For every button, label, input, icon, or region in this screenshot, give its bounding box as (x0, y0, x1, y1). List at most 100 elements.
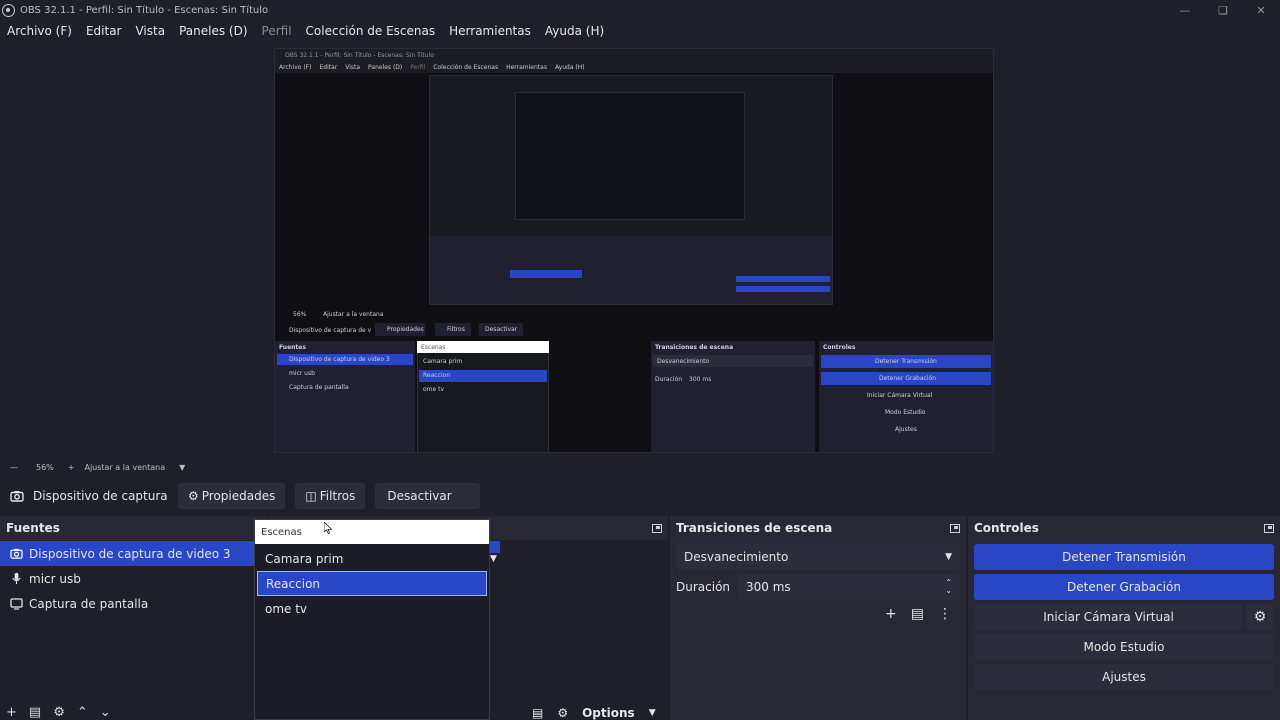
source-toolbar: Dispositivo de captura de v ⚙ Propiedade… (0, 481, 1280, 511)
stop-record-button[interactable]: Detener Grabación (974, 574, 1274, 600)
nested-source-item: micr usb (289, 370, 315, 377)
scenes-footer: ▤ ⚙ Options ▼ (532, 706, 656, 720)
window-controls: — ❏ ✕ (1166, 0, 1280, 20)
source-item[interactable]: micr usb (0, 566, 268, 591)
gear-icon: ⚙ (1253, 609, 1267, 625)
sources-dock: Fuentes Dispositivo de captura de video … (0, 516, 268, 720)
monitor-icon (10, 597, 23, 610)
sources-dock-header: Fuentes (0, 516, 268, 540)
float-dock-icon[interactable] (1264, 523, 1274, 533)
virtual-cam-settings-button[interactable]: ⚙ (1246, 604, 1274, 630)
studio-mode-button[interactable]: Modo Estudio (974, 634, 1274, 660)
add-icon[interactable]: + (885, 606, 897, 622)
menu-perfil[interactable]: Perfil (255, 24, 299, 38)
menu-editar[interactable]: Editar (79, 24, 129, 38)
menu-coleccion-escenas[interactable]: Colección de Escenas (299, 24, 443, 38)
transitions-dock: Transiciones de escena Desvanecimiento ▼… (670, 516, 966, 720)
nested-transitions-title: Transiciones de escena (655, 344, 734, 351)
preview-canvas[interactable]: OBS 32.1.1 - Perfil: Sin Título - Escena… (274, 48, 994, 453)
float-dock-icon[interactable] (652, 523, 662, 533)
menu-archivo[interactable]: Archivo (F) (0, 24, 79, 38)
chevron-down-icon[interactable]: ⌄ (100, 705, 111, 720)
spinner-arrows-icon[interactable]: ⌃ ⌄ (945, 579, 952, 595)
chevron-down-icon[interactable]: ▼ (649, 708, 656, 718)
scenes-search-popup[interactable]: Escenas Camara prim Reaccion ome tv (254, 519, 490, 720)
nested-source-item: Dispositivo de captura de video 3 (289, 356, 390, 363)
restore-button[interactable]: ❏ (1204, 0, 1242, 20)
settings-label: Ajustes (1102, 670, 1146, 684)
nested-scene-item: Camara prim (423, 358, 463, 365)
deactivate-button[interactable]: Desactivar (375, 483, 480, 509)
transition-value: Desvanecimiento (684, 550, 789, 564)
trash-icon[interactable]: ▤ (911, 606, 924, 622)
more-vertical-icon[interactable]: ⋮ (938, 606, 952, 622)
float-dock-icon[interactable] (950, 523, 960, 533)
scene-name: Reaccion (266, 576, 321, 591)
nested-control-label: Modo Estudio (885, 409, 926, 416)
nested-control-label: Detener Grabación (879, 375, 936, 382)
zoom-value: 56% (36, 462, 54, 472)
nested-recursive-highlight (510, 270, 582, 278)
scene-item[interactable]: Camara prim (257, 546, 487, 571)
filters-button[interactable]: ◫ Filtros (295, 483, 366, 509)
preview-area[interactable]: OBS 32.1.1 - Perfil: Sin Título - Escena… (0, 42, 1280, 458)
menu-ayuda[interactable]: Ayuda (H) (538, 24, 611, 38)
nested-menu-item: Editar (319, 63, 338, 71)
virtual-cam-row: Iniciar Cámara Virtual ⚙ (974, 604, 1274, 630)
nested-menu-item: Perfil (410, 63, 426, 71)
scene-name: ome tv (265, 601, 308, 616)
nested-recursive-highlight (736, 286, 830, 292)
source-item[interactable]: Dispositivo de captura de video 3 (0, 541, 268, 566)
zoom-fit-select[interactable]: Ajustar a la ventana (84, 463, 165, 472)
microphone-icon (12, 572, 21, 585)
nested-recursive-preview (429, 75, 833, 305)
settings-button[interactable]: Ajustes (974, 664, 1274, 690)
close-button[interactable]: ✕ (1242, 0, 1280, 20)
nested-recursive-inner (515, 92, 745, 220)
sources-list: Dispositivo de captura de video 3 micr u… (0, 540, 268, 720)
duration-spinbox[interactable]: 300 ms ⌃ ⌄ (738, 574, 960, 600)
title-bar: OBS 32.1.1 - Perfil: Sin Título - Escena… (0, 0, 1280, 20)
gear-icon[interactable]: ⚙ (53, 705, 65, 720)
options-button[interactable]: Options (582, 706, 635, 720)
sources-title: Fuentes (6, 521, 60, 535)
minimize-button[interactable]: — (1166, 0, 1204, 20)
nested-control-label: Ajustes (895, 426, 917, 433)
nested-source-item: Captura de pantalla (289, 384, 349, 391)
scene-item[interactable]: Reaccion (257, 571, 487, 596)
studio-mode-label: Modo Estudio (1083, 640, 1165, 654)
scenes-search-input[interactable]: Escenas (255, 520, 489, 544)
chevron-down-icon[interactable]: ▼ (179, 463, 185, 472)
duration-row: Duración 300 ms ⌃ ⌄ (676, 574, 960, 600)
transitions-dock-header: Transiciones de escena (670, 516, 966, 540)
trash-icon[interactable]: ▤ (29, 705, 41, 720)
nested-menu-item: Archivo (F) (279, 63, 312, 71)
nested-menu-item: Paneles (D) (368, 63, 403, 71)
menu-paneles[interactable]: Paneles (D) (172, 24, 254, 38)
nested-menu-item: Colección de Escenas (433, 63, 499, 71)
source-item[interactable]: Captura de pantalla (0, 591, 268, 616)
camera-icon (10, 491, 24, 502)
zoom-in-icon[interactable]: + (68, 463, 75, 472)
scene-item[interactable]: ome tv (257, 596, 487, 621)
filter-icon[interactable]: ▤ (532, 706, 543, 720)
duration-value: 300 ms (746, 580, 791, 594)
chevron-up-icon[interactable]: ⌃ (77, 705, 88, 720)
source-name: Captura de pantalla (29, 596, 149, 611)
nested-deactivate: Desactivar (485, 326, 518, 333)
settings-icon[interactable]: ⚙ (557, 706, 568, 720)
transition-select[interactable]: Desvanecimiento ▼ (676, 544, 960, 570)
nested-transition-value: Desvanecimiento (657, 358, 710, 365)
menu-herramientas[interactable]: Herramientas (442, 24, 538, 38)
chevron-down-icon[interactable]: ▼ (490, 554, 497, 564)
zoom-out-icon[interactable]: — (10, 463, 18, 472)
properties-button[interactable]: ⚙ Propiedades (178, 483, 286, 509)
zoom-bar: — 56% + Ajustar a la ventana ▼ (0, 458, 1280, 476)
nested-duration-value: 300 ms (689, 376, 712, 383)
virtual-cam-button[interactable]: Iniciar Cámara Virtual (974, 604, 1243, 630)
menu-vista[interactable]: Vista (128, 24, 172, 38)
scenes-search-placeholder: Escenas (261, 526, 302, 538)
controls-body: Detener Transmisión Detener Grabación In… (968, 540, 1280, 720)
add-icon[interactable]: + (6, 705, 17, 720)
stop-stream-button[interactable]: Detener Transmisión (974, 544, 1274, 570)
